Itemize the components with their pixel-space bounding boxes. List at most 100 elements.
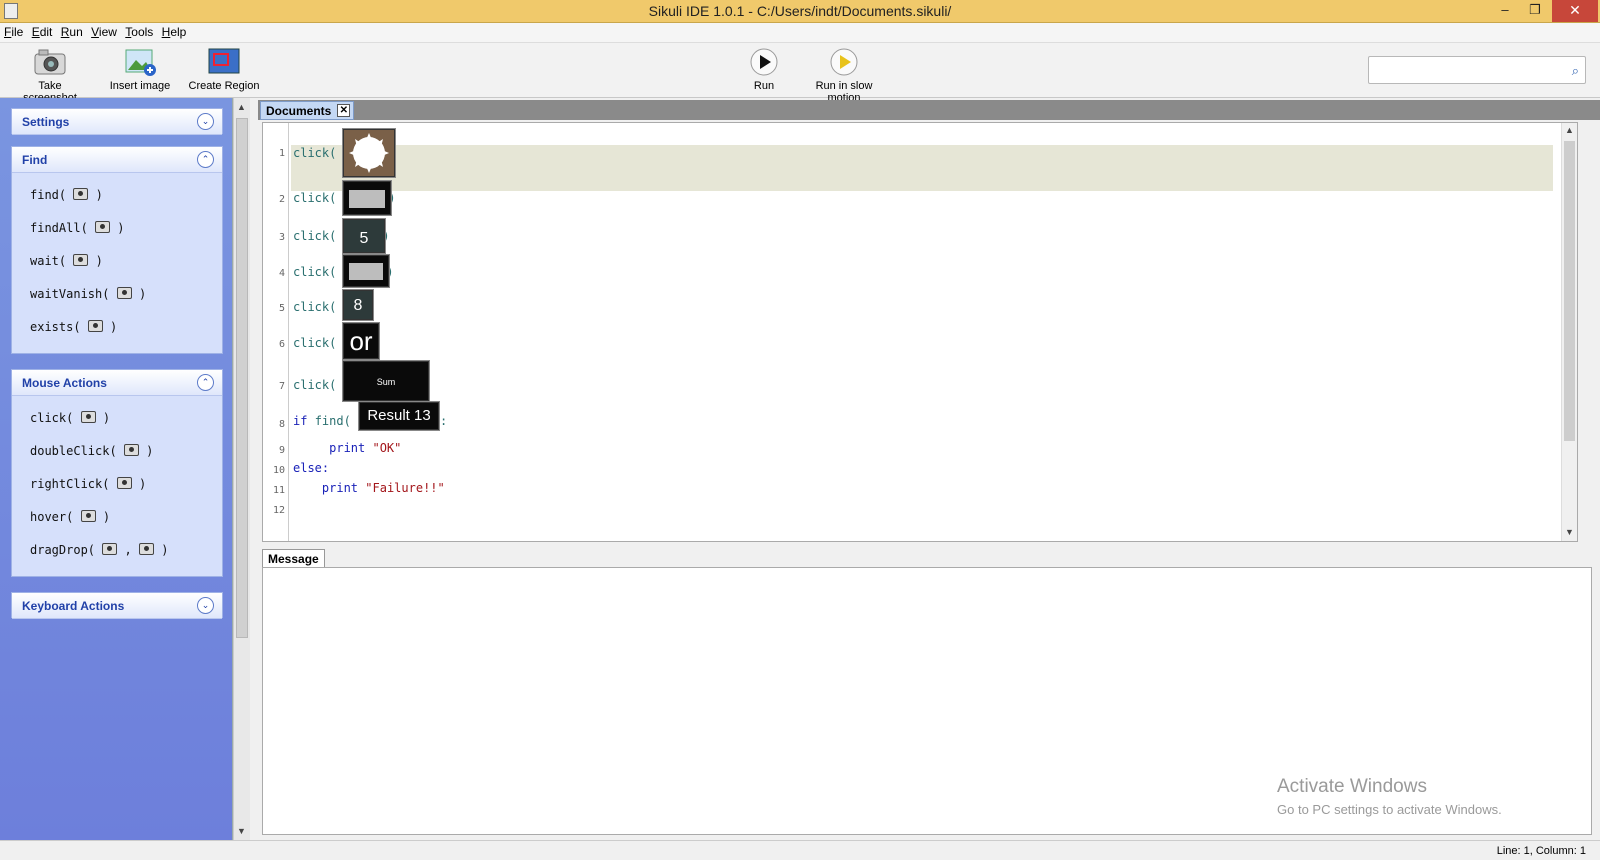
camera-icon	[102, 543, 118, 555]
restore-button[interactable]: ❐	[1520, 0, 1550, 22]
camera-icon	[80, 510, 96, 522]
rightclick-command-name: rightClick(	[30, 477, 110, 491]
find-panel-title: Find	[22, 153, 48, 167]
exists-command[interactable]: exists( )	[30, 320, 117, 334]
create-region-label: Create Region	[188, 80, 260, 92]
settings-panel-title: Settings	[22, 115, 70, 129]
line-number-gutter: 1 2 3 4 5 6 7 8 9 10 11 12	[263, 123, 289, 541]
waitvanish-command-name: waitVanish(	[30, 287, 110, 301]
close-paren: )	[95, 188, 103, 202]
wait-command-name: wait(	[30, 254, 67, 268]
hover-command[interactable]: hover( )	[30, 510, 110, 524]
print-keyword: print	[321, 481, 359, 495]
close-tab-icon[interactable]: ✕	[337, 104, 351, 117]
click-call: click(	[293, 191, 337, 205]
camera-icon	[33, 47, 67, 77]
status-bar: Line: 1, Column: 1	[0, 840, 1600, 860]
scroll-up-icon[interactable]: ▲	[1565, 125, 1574, 135]
waitvanish-command[interactable]: waitVanish( )	[30, 287, 146, 301]
click-call: click(	[293, 300, 337, 314]
watermark-subtitle: Go to PC settings to activate Windows.	[1277, 802, 1502, 817]
rightclick-command[interactable]: rightClick( )	[30, 477, 146, 491]
screenshot-button-image[interactable]	[343, 181, 391, 215]
search-input[interactable]	[1375, 58, 1560, 82]
close-paren: )	[138, 287, 147, 301]
menu-view[interactable]: View	[87, 23, 117, 39]
dragdrop-command[interactable]: dragDrop( , )	[30, 543, 168, 557]
screenshot-sum-button[interactable]: Sum	[343, 361, 429, 401]
toolbar: Take screenshot Insert image Create Re	[0, 43, 1600, 104]
menu-help[interactable]: Help	[158, 23, 187, 39]
line-number: 10	[272, 465, 285, 476]
keyboard-actions-panel-title: Keyboard Actions	[22, 599, 125, 613]
mouse-actions-panel: Mouse Actions ⌃ click( ) doubleClick( ) …	[11, 369, 223, 577]
keyboard-actions-panel-header[interactable]: Keyboard Actions ⌄	[12, 593, 222, 619]
close-button[interactable]: ✕	[1552, 0, 1598, 22]
close-paren: )	[102, 510, 111, 524]
gray-button-thumb	[349, 190, 385, 208]
menu-edit[interactable]: Edit	[28, 23, 53, 39]
wait-command[interactable]: wait( )	[30, 254, 103, 268]
findall-command[interactable]: findAll( )	[30, 221, 125, 235]
menu-bar: File Edit Run View Tools Help	[0, 23, 1600, 43]
code-editor[interactable]: 1 2 3 4 5 6 7 8 9 10 11 12 click() click…	[262, 122, 1578, 542]
find-command[interactable]: find( )	[30, 188, 103, 202]
close-paren: )	[161, 543, 169, 557]
search-icon[interactable]: ⌕	[1572, 63, 1579, 79]
line-number: 5	[278, 303, 285, 314]
editor-scroll-thumb[interactable]	[1564, 141, 1575, 441]
else-keyword: else:	[293, 461, 330, 475]
watermark-title: Activate Windows	[1277, 776, 1427, 797]
mouse-actions-panel-header[interactable]: Mouse Actions ⌃	[12, 370, 222, 396]
current-line-highlight	[291, 145, 1553, 191]
menu-run[interactable]: Run	[57, 23, 83, 39]
screenshot-or-text[interactable]: or	[343, 323, 379, 359]
expand-icon[interactable]: ⌄	[197, 597, 214, 614]
line-number: 6	[278, 339, 285, 350]
sidebar-scroll-thumb[interactable]	[236, 118, 248, 638]
sidebar-scrollbar[interactable]: ▲ ▼	[233, 98, 250, 840]
tab-documents[interactable]: Documents ✕	[260, 101, 355, 120]
click-call: click(	[293, 336, 337, 350]
scroll-down-icon[interactable]: ▼	[237, 826, 246, 836]
camera-icon	[95, 221, 111, 233]
screenshot-gear-image[interactable]	[343, 129, 395, 177]
settings-panel: Settings ⌄	[11, 108, 223, 135]
collapse-icon[interactable]: ⌃	[197, 374, 214, 391]
close-paren: )	[95, 254, 103, 268]
minimize-button[interactable]: –	[1490, 0, 1520, 22]
close-paren: )	[117, 221, 125, 235]
expand-icon[interactable]: ⌄	[197, 113, 214, 130]
click-command[interactable]: click( )	[30, 411, 110, 425]
create-region-button[interactable]: Create Region	[188, 47, 260, 92]
doubleclick-command-name: doubleClick(	[30, 444, 117, 458]
screenshot-digit-8[interactable]: 8	[343, 290, 373, 320]
menu-tools[interactable]: Tools	[121, 23, 153, 39]
menu-file[interactable]: File	[0, 23, 23, 39]
screenshot-button-image-2[interactable]	[343, 255, 389, 287]
doubleclick-command[interactable]: doubleClick( )	[30, 444, 153, 458]
settings-panel-header[interactable]: Settings ⌄	[12, 109, 222, 135]
run-button[interactable]: Run	[744, 47, 784, 92]
findall-command-name: findAll(	[30, 221, 88, 235]
find-panel-header[interactable]: Find ⌃	[12, 147, 222, 173]
editor-scrollbar[interactable]: ▲ ▼	[1561, 123, 1577, 541]
print-keyword: print	[329, 441, 366, 455]
tab-message[interactable]: Message	[262, 549, 325, 567]
screenshot-result-13[interactable]: Result 13	[359, 402, 439, 430]
scroll-up-icon[interactable]: ▲	[237, 102, 246, 112]
scroll-down-icon[interactable]: ▼	[1565, 527, 1574, 537]
run-slow-motion-button[interactable]: Run in slow motion	[798, 47, 890, 104]
line-number: 3	[278, 232, 285, 243]
collapse-icon[interactable]: ⌃	[197, 151, 214, 168]
line-number: 11	[272, 485, 285, 496]
line-number: 2	[278, 194, 285, 205]
take-screenshot-button[interactable]: Take screenshot	[10, 47, 90, 104]
click-call: click(	[293, 265, 337, 279]
find-call: find(	[314, 414, 351, 428]
insert-image-button[interactable]: Insert image	[107, 47, 173, 92]
command-sidebar: Settings ⌄ Find ⌃ find( ) findAll( ) wai…	[0, 98, 233, 840]
close-paren: )	[102, 411, 111, 425]
line-number: 4	[278, 268, 285, 279]
screenshot-digit-5[interactable]: 5	[343, 219, 385, 253]
